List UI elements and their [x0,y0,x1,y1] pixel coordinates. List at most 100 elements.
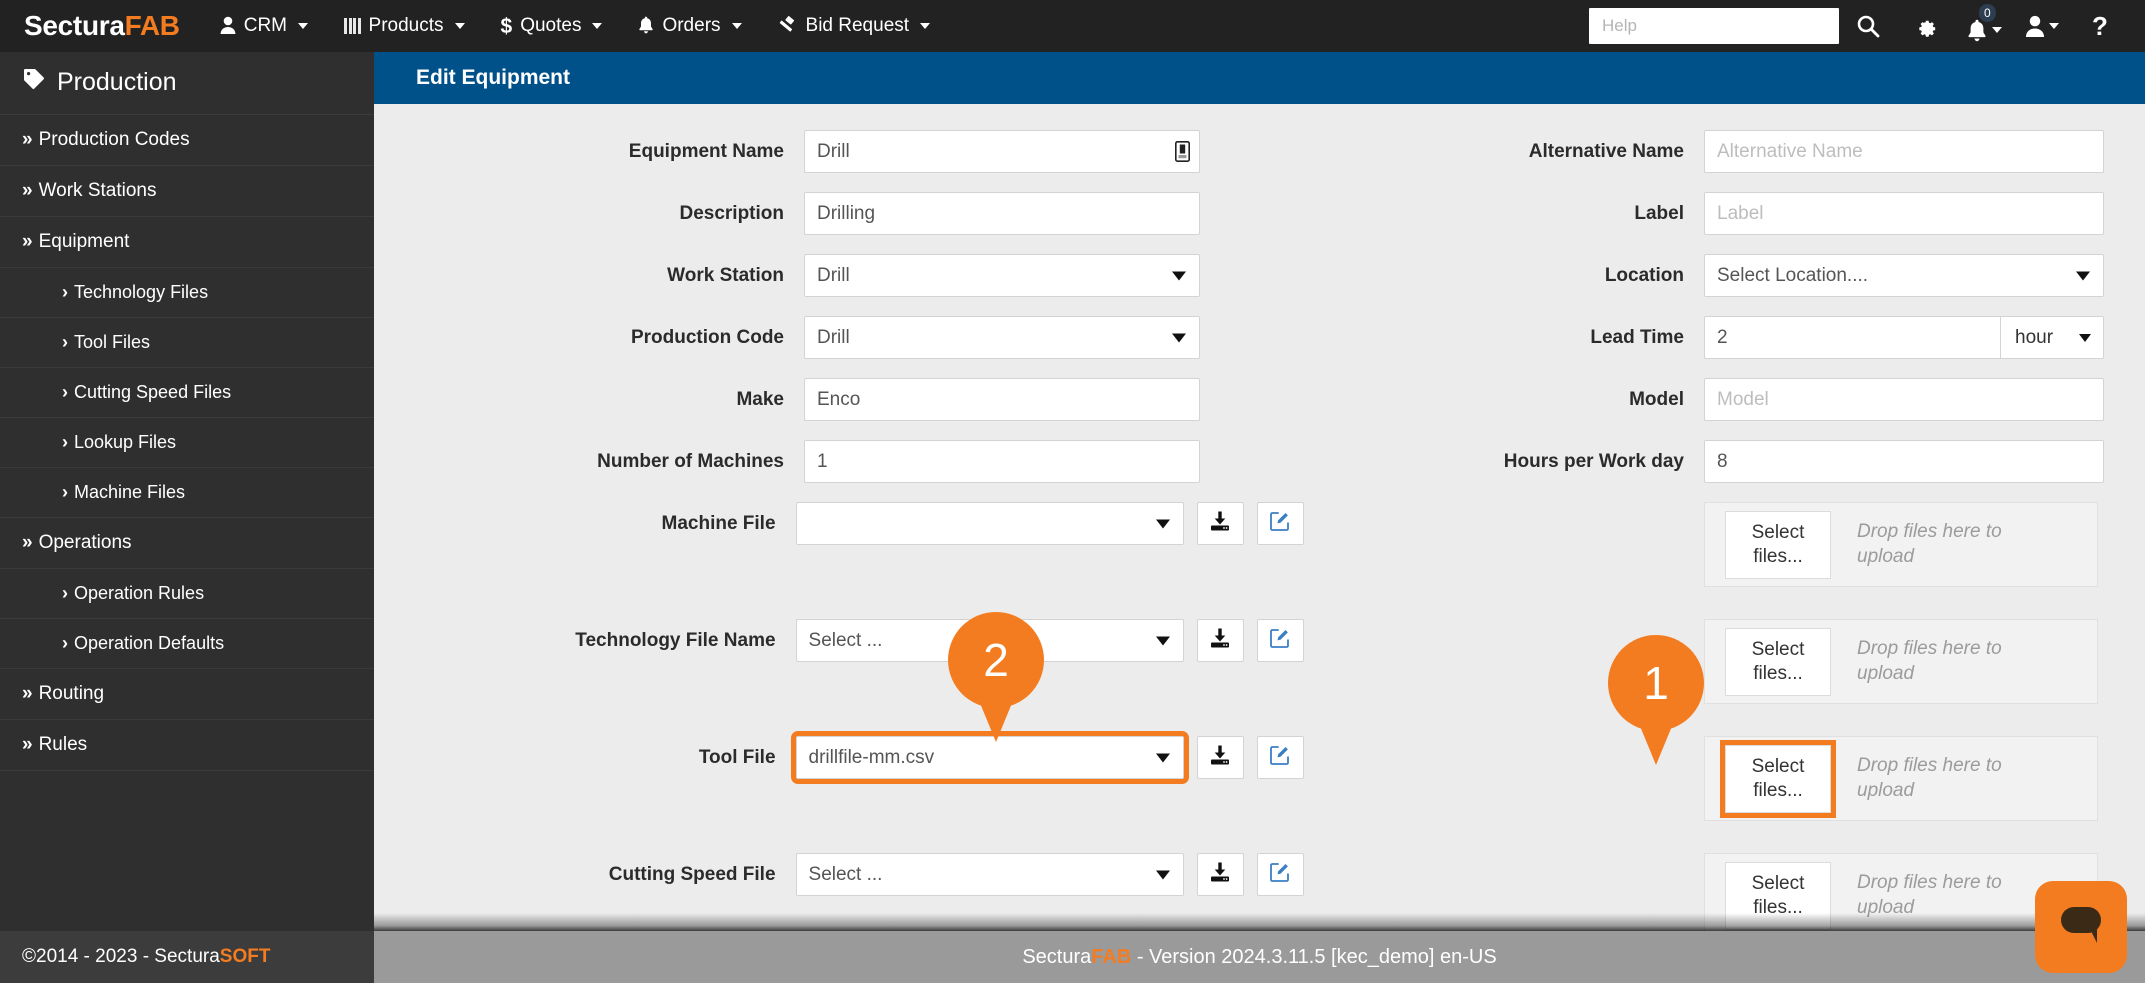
hours-per-work-day-input[interactable] [1704,440,2104,483]
production-code-label: Production Code [374,327,804,349]
technology-file-dropzone[interactable]: Select files... Drop files here to uploa… [1704,619,2098,704]
sidebar-item-label: Routing [39,683,105,704]
machine-file-select[interactable] [796,502,1184,545]
nav-item-quotes[interactable]: $ Quotes [483,0,621,52]
sidebar-item-label: Operations [39,532,132,553]
lead-time-input[interactable] [1704,316,2000,359]
chevron-right-icon: › [62,583,68,603]
sidebar-item-label: Rules [39,734,88,755]
technology-file-select-files-button[interactable]: Select files... [1725,628,1831,696]
production-code-select[interactable]: Drill [804,316,1200,359]
chevron-down-icon [1992,27,2002,33]
select-files-line1: Select [1752,521,1805,545]
nav-item-orders[interactable]: Orders [620,0,759,52]
user-icon [2025,15,2045,37]
select-files-line1: Select [1752,638,1805,662]
version-text: SecturaFAB - Version 2024.3.11.5 [kec_de… [1022,946,1496,969]
help-search-input[interactable] [1589,8,1839,44]
work-station-label: Work Station [374,265,804,287]
sidebar-item-equipment[interactable]: »Equipment [0,217,374,268]
edit-equipment-form: Equipment Name Alternative Name Des [374,104,2145,931]
tool-file-dropzone[interactable]: Select files... Drop files here to uploa… [1704,736,2098,821]
sidebar-item-work-stations[interactable]: »Work Stations [0,166,374,217]
sidebar-item-rules[interactable]: »Rules [0,720,374,771]
chat-widget-button[interactable] [2035,881,2127,973]
number-of-machines-input[interactable] [804,440,1200,483]
sidebar-item-production-codes[interactable]: »Production Codes [0,115,374,166]
tool-file-select-files-button[interactable]: Select files... [1725,745,1831,813]
sidebar-item-operation-defaults[interactable]: ›Operation Defaults [0,619,374,669]
sidebar-item-operation-rules[interactable]: ›Operation Rules [0,569,374,619]
chevron-down-icon [732,23,742,29]
bars-icon [344,18,361,34]
nav-item-products[interactable]: Products [326,0,482,52]
sidebar-item-tool-files[interactable]: ›Tool Files [0,318,374,368]
sidebar-item-technology-files[interactable]: ›Technology Files [0,268,374,318]
description-input[interactable] [804,192,1200,235]
device-icon[interactable] [1174,141,1190,163]
technology-file-name-label: Technology File Name [374,630,796,652]
copyright-accent: SOFT [220,946,271,968]
technology-file-drop-hint: Drop files here to upload [1857,637,2017,686]
version-prefix: Sectura [1022,946,1091,968]
sidebar-item-cutting-speed-files[interactable]: ›Cutting Speed Files [0,368,374,418]
make-label: Make [374,389,804,411]
status-bar: SecturaFAB - Version 2024.3.11.5 [kec_de… [374,931,2145,983]
search-button[interactable] [1839,0,1897,52]
settings-button[interactable] [1897,0,1955,52]
chevron-down-icon [592,23,602,29]
version-accent: FAB [1091,946,1131,968]
number-of-machines-label: Number of Machines [374,451,804,473]
sidebar-item-routing[interactable]: »Routing [0,669,374,720]
nav-item-crm[interactable]: CRM [202,0,326,52]
help-button[interactable]: ? [2071,0,2129,52]
notification-count-badge: 0 [1979,4,1996,22]
form-row-description: Description Label [374,192,2145,235]
cutting-speed-file-download-button[interactable] [1197,853,1244,896]
notifications-button[interactable]: 0 [1955,0,2013,52]
technology-file-name-select[interactable]: Select ... [796,619,1184,662]
tool-file-edit-button[interactable] [1257,736,1304,779]
form-row-equipment-name: Equipment Name Alternative Name [374,130,2145,173]
work-station-select[interactable]: Drill [804,254,1200,297]
lead-time-unit-select[interactable]: hour [2000,316,2104,359]
machine-file-select-files-button[interactable]: Select files... [1725,511,1831,579]
select-files-line1: Select [1752,872,1805,896]
app-root: SecturaFAB CRM Products $ Quotes Orders [0,0,2145,983]
download-icon [1209,510,1231,537]
machine-file-edit-button[interactable] [1257,502,1304,545]
model-input[interactable] [1704,378,2104,421]
chevron-right-icon: › [62,382,68,402]
alternative-name-input[interactable] [1704,130,2104,173]
cutting-speed-file-select[interactable]: Select ... [796,853,1184,896]
location-select[interactable]: Select Location.... [1704,254,2104,297]
cutting-speed-file-edit-button[interactable] [1257,853,1304,896]
sidebar-item-machine-files[interactable]: ›Machine Files [0,468,374,518]
brand-logo[interactable]: SecturaFAB [0,10,202,42]
form-row-tool-file: Tool File drillfile-mm.csv [374,736,2145,821]
technology-file-edit-button[interactable] [1257,619,1304,662]
machine-file-download-button[interactable] [1197,502,1244,545]
nav-item-label: CRM [244,15,287,37]
sidebar-item-operations[interactable]: »Operations [0,518,374,569]
cutting-speed-file-label: Cutting Speed File [374,864,796,886]
tool-file-select[interactable]: drillfile-mm.csv [796,736,1184,779]
sidebar-item-lookup-files[interactable]: ›Lookup Files [0,418,374,468]
tool-file-download-button[interactable] [1197,736,1244,779]
label-field-input[interactable] [1704,192,2104,235]
nav-item-label: Orders [662,15,720,37]
sidebar-item-label: Technology Files [74,282,208,302]
form-row-machine-file: Machine File [374,502,2145,587]
chevron-down-icon [1172,271,1186,280]
user-icon [220,16,236,37]
equipment-name-input[interactable] [804,130,1200,173]
form-row-technology-file: Technology File Name Select ... [374,619,2145,704]
machine-file-dropzone[interactable]: Select files... Drop files here to uploa… [1704,502,2098,587]
nav-item-bid-request[interactable]: Bid Request [760,0,949,52]
technology-file-download-button[interactable] [1197,619,1244,662]
production-code-value: Drill [817,327,850,349]
account-button[interactable] [2013,0,2071,52]
chevron-down-icon [2079,334,2091,342]
form-row-production-code: Production Code Drill Lead Time hour [374,316,2145,359]
make-input[interactable] [804,378,1200,421]
